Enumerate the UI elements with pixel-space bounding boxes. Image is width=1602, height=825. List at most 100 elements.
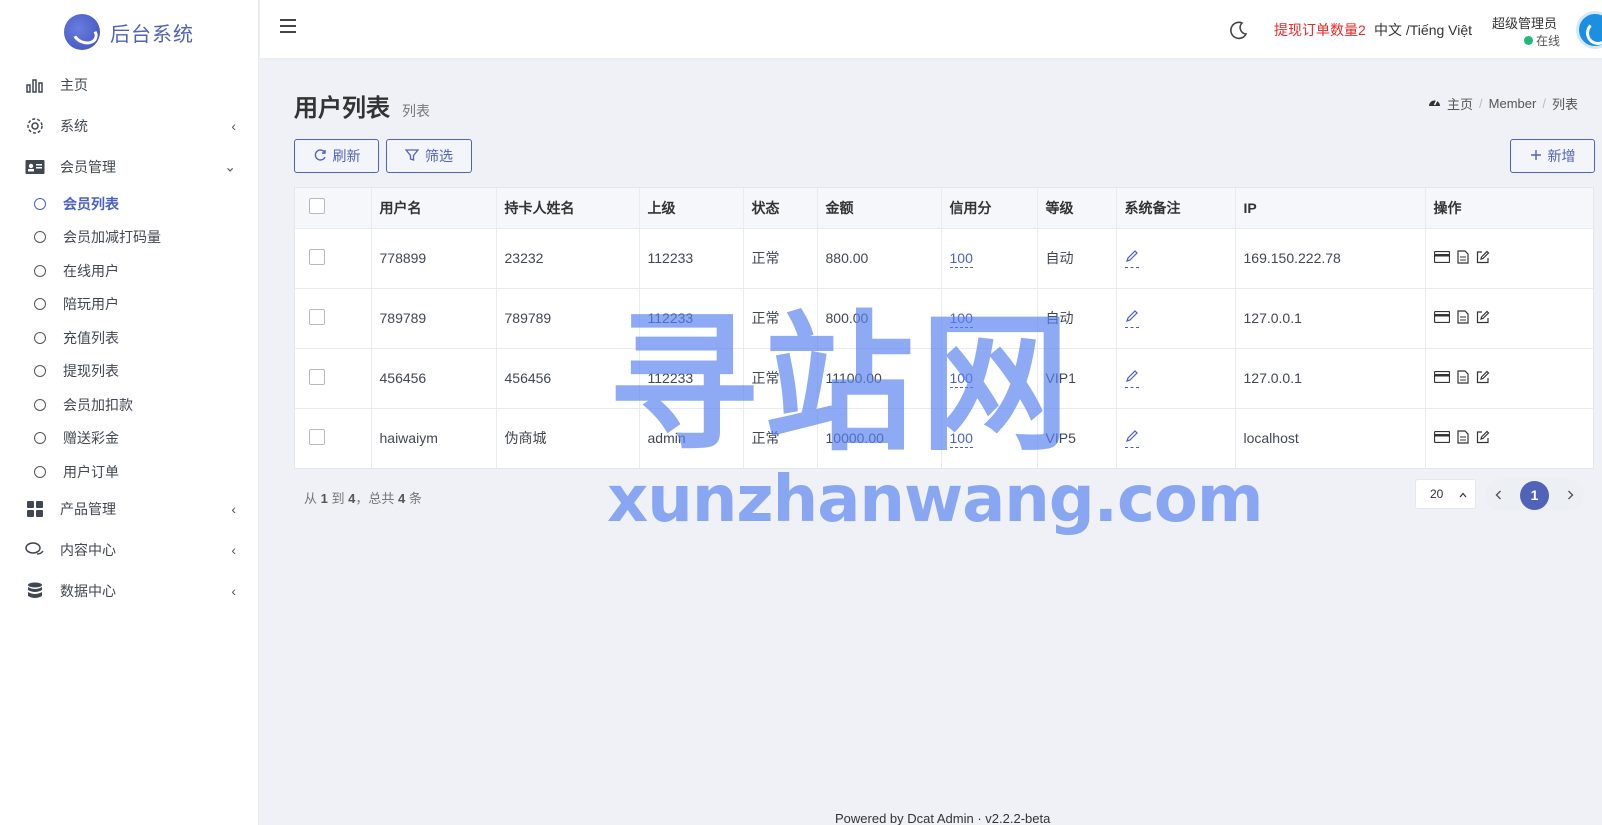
column-header[interactable]: 状态 <box>743 188 818 228</box>
cell-level: 自动 <box>1037 227 1117 288</box>
cell-remark <box>1116 227 1236 288</box>
withdraw-order-alert[interactable]: 提现订单数量2 <box>1274 20 1366 40</box>
edit-icon[interactable] <box>1476 370 1490 387</box>
brand-logo-icon <box>64 14 100 50</box>
sidebar-item-products[interactable]: 产品管理 ‹ <box>0 489 258 530</box>
breadcrumb-member[interactable]: Member <box>1489 96 1537 111</box>
column-header[interactable]: 等级 <box>1037 188 1117 228</box>
language-switch[interactable]: 中文 /Tiếng Việt <box>1374 20 1472 40</box>
column-header[interactable]: 用户名 <box>371 188 497 228</box>
sidebar-subitem-companion-users[interactable]: 陪玩用户 <box>0 288 258 322</box>
row-checkbox[interactable] <box>309 248 325 265</box>
column-header[interactable]: 持卡人姓名 <box>496 188 640 228</box>
sidebar-subitem-online-users[interactable]: 在线用户 <box>0 254 258 288</box>
sidebar-subitem-label: 赠送彩金 <box>63 430 119 447</box>
credit-card-icon[interactable] <box>1433 370 1450 386</box>
column-header[interactable]: 金额 <box>817 188 942 228</box>
brand[interactable]: 后台系统 <box>0 0 258 64</box>
sidebar-subitem-label: 提现列表 <box>63 363 119 380</box>
cell-actions <box>1425 287 1593 348</box>
pagination: 1 <box>1485 479 1584 511</box>
per-page-select[interactable]: 20 <box>1415 479 1476 509</box>
moon-icon[interactable] <box>1229 20 1249 40</box>
user-status-label: 在线 <box>1536 34 1561 48</box>
prev-page-icon[interactable] <box>1495 487 1502 503</box>
breadcrumb-current: 列表 <box>1551 97 1578 112</box>
edit-icon[interactable] <box>1476 250 1490 267</box>
cell-ip: 127.0.0.1 <box>1235 287 1426 348</box>
column-header[interactable]: 信用分 <box>941 188 1038 228</box>
row-checkbox[interactable] <box>309 308 325 325</box>
credit-card-icon[interactable] <box>1433 430 1450 446</box>
credit-card-icon[interactable] <box>1433 310 1450 326</box>
row-select-cell <box>295 407 372 468</box>
column-header[interactable]: 上级 <box>639 188 744 228</box>
chevron-down-icon: ⌄ <box>224 158 236 174</box>
credit-editable[interactable]: 100 <box>949 250 973 268</box>
edit-icon[interactable] <box>1476 310 1490 327</box>
sidebar-item-label: 产品管理 <box>60 501 116 517</box>
refresh-button[interactable]: 刷新 <box>294 139 379 173</box>
select-all-cell <box>295 188 372 228</box>
breadcrumb-separator: / <box>1479 96 1483 111</box>
avatar[interactable] <box>1576 11 1602 49</box>
filter-button[interactable]: 筛选 <box>386 139 472 173</box>
sidebar-subitem-member-list[interactable]: 会员列表 <box>0 187 258 221</box>
current-page[interactable]: 1 <box>1520 480 1549 510</box>
table-header-row: 用户名 持卡人姓名 上级 状态 金额 信用分 等级 系统备注 IP 操作 <box>295 188 1593 228</box>
cell-remark <box>1116 347 1236 408</box>
circle-icon <box>34 432 46 445</box>
bar-chart-icon <box>25 75 45 95</box>
row-checkbox[interactable] <box>309 428 325 445</box>
sidebar-subitem-balance-adjust[interactable]: 会员加扣款 <box>0 388 258 422</box>
sidebar-nav: 主页 系统 ‹ 会员管理 ⌄ 会员列表 会员加减打码量 在线用户 陪玩用户 充值… <box>0 64 258 612</box>
row-checkbox[interactable] <box>309 368 325 385</box>
cell-remark <box>1116 287 1236 348</box>
sidebar-subitem-bonus[interactable]: 赠送彩金 <box>0 422 258 456</box>
credit-card-icon[interactable] <box>1433 250 1450 266</box>
menu-toggle-icon[interactable] <box>280 19 296 33</box>
dashboard-icon <box>1428 96 1441 111</box>
document-icon[interactable] <box>1456 309 1469 327</box>
select-all-checkbox[interactable] <box>309 198 325 215</box>
document-icon[interactable] <box>1456 430 1469 447</box>
footer: Powered by Dcat Admin · v2.2.2-beta <box>835 811 1051 825</box>
sidebar-subitem-withdraw-list[interactable]: 提现列表 <box>0 355 258 389</box>
chevron-up-icon <box>1459 487 1467 501</box>
brand-name: 后台系统 <box>110 23 194 46</box>
sidebar-item-content[interactable]: 内容中心 ‹ <box>0 530 258 571</box>
sidebar-subitem-user-orders[interactable]: 用户订单 <box>0 455 258 489</box>
sidebar-item-label: 内容中心 <box>60 542 116 558</box>
breadcrumb-home[interactable]: 主页 <box>1447 94 1473 113</box>
pencil-icon[interactable] <box>1124 429 1139 448</box>
plus-icon <box>1530 148 1542 164</box>
sidebar-subitem-bet-adjust[interactable]: 会员加减打码量 <box>0 221 258 255</box>
sidebar-subitem-label: 在线用户 <box>63 262 119 279</box>
next-page-icon[interactable] <box>1567 487 1574 503</box>
circle-icon <box>34 231 46 244</box>
column-header[interactable]: IP <box>1235 188 1426 228</box>
sidebar-item-data[interactable]: 数据中心 ‹ <box>0 571 258 612</box>
edit-icon[interactable] <box>1476 430 1490 447</box>
circle-icon <box>34 465 46 478</box>
filter-label: 筛选 <box>425 148 453 164</box>
circle-icon <box>34 264 46 277</box>
sidebar-subitem-recharge-list[interactable]: 充值列表 <box>0 321 258 355</box>
document-icon[interactable] <box>1456 369 1469 387</box>
user-name[interactable]: 超级管理员 <box>1492 13 1557 32</box>
row-select-cell <box>295 227 372 288</box>
pencil-icon[interactable] <box>1124 369 1139 388</box>
add-button[interactable]: 新增 <box>1510 139 1595 173</box>
add-label: 新增 <box>1547 148 1576 164</box>
pencil-icon[interactable] <box>1124 309 1139 328</box>
document-icon[interactable] <box>1456 249 1469 267</box>
sidebar-item-member[interactable]: 会员管理 ⌄ <box>0 146 258 187</box>
chevron-left-icon: ‹ <box>231 117 236 134</box>
column-header[interactable]: 系统备注 <box>1116 188 1236 228</box>
sidebar-subitem-label: 会员列表 <box>63 195 119 212</box>
sidebar-item-system[interactable]: 系统 ‹ <box>0 105 258 146</box>
sidebar-item-home[interactable]: 主页 <box>0 64 258 105</box>
topbar: 提现订单数量2 中文 /Tiếng Việt 超级管理员 在线 <box>260 0 1602 58</box>
id-card-icon <box>25 157 45 177</box>
pencil-icon[interactable] <box>1124 249 1139 268</box>
